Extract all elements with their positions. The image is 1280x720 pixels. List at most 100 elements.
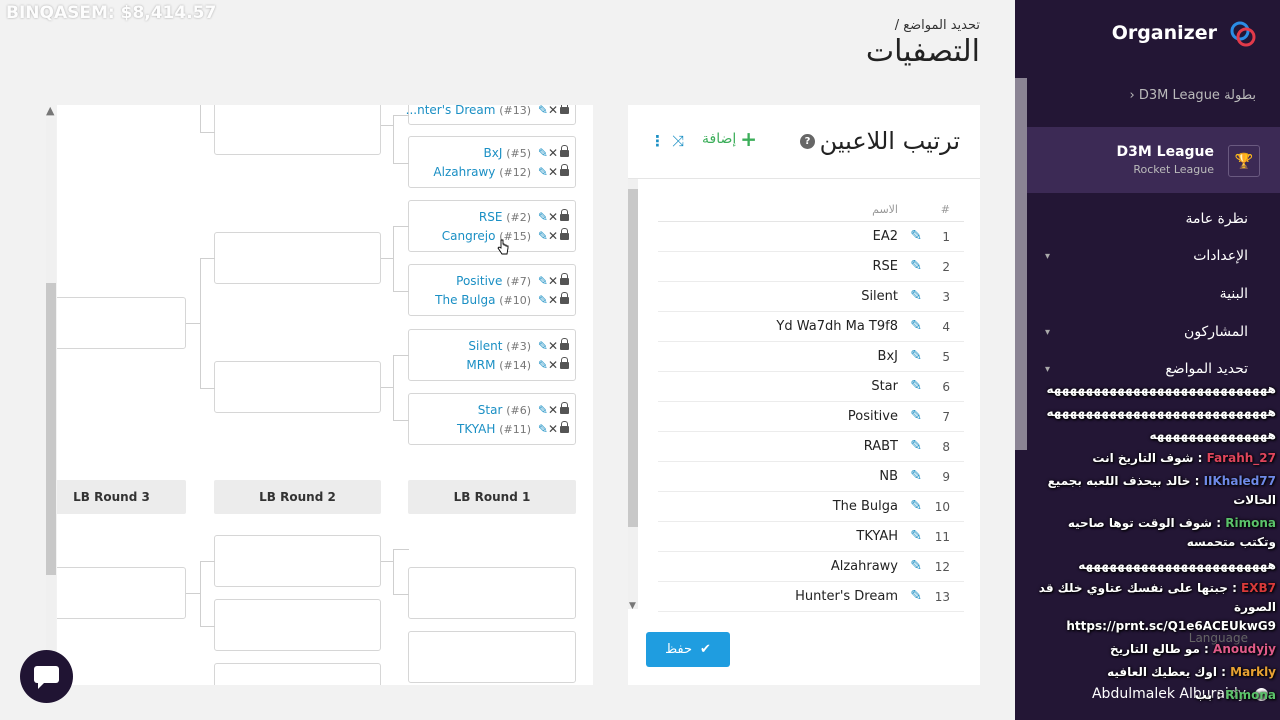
chevron-down-icon[interactable]: ▾	[1045, 364, 1050, 375]
empty-match[interactable]	[57, 297, 186, 349]
seed-number: 3	[942, 290, 950, 304]
edit-icon[interactable]: ✎	[910, 498, 922, 514]
bracket-slot[interactable]: Alzahrawy (#12) ✎✕	[433, 163, 569, 181]
bracket-match[interactable]: ...nter's Dream (#13) ✎✕	[406, 105, 576, 125]
bracket-match[interactable]: BxJ (#5) ✎✕ Alzahrawy (#12) ✎✕	[408, 136, 576, 188]
seed-number: 7	[942, 410, 950, 424]
table-row[interactable]: 8 ✎ RABT	[658, 432, 964, 462]
table-row[interactable]: 1 ✎ EA2	[658, 222, 964, 252]
nav-structure[interactable]: البنية	[1220, 286, 1248, 302]
shuffle-icon[interactable]: ⤨	[672, 132, 684, 150]
table-row[interactable]: 2 ✎ RSE	[658, 252, 964, 282]
chat-text: هههههههههههههههه	[1149, 428, 1276, 442]
nav-settings[interactable]: الإعدادات	[1193, 248, 1248, 264]
edit-icon[interactable]: ✎	[910, 318, 922, 334]
edit-icon[interactable]: ✎	[910, 438, 922, 454]
chat-message: Rimona : بب	[1194, 688, 1276, 702]
sidebar-scrollbar[interactable]	[1015, 78, 1027, 450]
empty-match[interactable]	[57, 567, 186, 619]
chat-username[interactable]: IIKhaled77	[1204, 474, 1276, 488]
edit-icon[interactable]: ✎	[910, 558, 922, 574]
bracket-slot[interactable]: BxJ (#5) ✎✕	[484, 144, 569, 162]
nav-overview[interactable]: نظرة عامة	[1185, 211, 1248, 227]
edit-icon[interactable]: ✎	[910, 588, 922, 604]
empty-match[interactable]	[408, 631, 576, 683]
table-row[interactable]: 12 ✎ Alzahrawy	[658, 552, 964, 582]
table-row[interactable]: 4 ✎ Yd Wa7dh Ma T9f8	[658, 312, 964, 342]
chevron-down-icon[interactable]: ▾	[1045, 327, 1050, 338]
table-row[interactable]: 6 ✎ Star	[658, 372, 964, 402]
organizer-logo-icon	[1230, 21, 1256, 47]
empty-match[interactable]	[214, 663, 381, 685]
lock-icon	[560, 105, 569, 114]
chevron-down-icon[interactable]: ▾	[1045, 251, 1050, 262]
table-row[interactable]: 13 ✎ Hunter's Dream	[658, 582, 964, 612]
chat-username[interactable]: Anoudyjy	[1213, 642, 1276, 656]
logo[interactable]: Organizer	[1112, 22, 1217, 44]
table-row[interactable]: 10 ✎ The Bulga	[658, 492, 964, 522]
add-participant-button[interactable]: + إضافة	[702, 129, 757, 149]
bracket-slot[interactable]: MRM (#14) ✎✕	[466, 356, 569, 374]
scroll-down-arrow[interactable]: ▼	[629, 601, 636, 611]
bracket-match[interactable]: RSE (#2) ✎✕ Cangrejo (#15) ✎✕	[408, 200, 576, 252]
scroll-up-arrow[interactable]: ▲	[46, 104, 54, 117]
table-row[interactable]: 9 ✎ NB	[658, 462, 964, 492]
edit-icon[interactable]: ✎	[910, 528, 922, 544]
edit-icon[interactable]: ✎	[910, 288, 922, 304]
edit-icon[interactable]: ✎	[910, 408, 922, 424]
empty-match[interactable]	[214, 599, 381, 651]
remove-icon: ✕	[547, 210, 558, 224]
chat-username[interactable]: Rimona	[1225, 688, 1276, 702]
edit-icon[interactable]: ✎	[910, 378, 922, 394]
edit-icon[interactable]: ✎	[910, 348, 922, 364]
bracket-slot[interactable]: Silent (#3) ✎✕	[468, 337, 569, 355]
bracket-scroll-thumb[interactable]	[46, 283, 56, 575]
bracket-slot[interactable]: Star (#6) ✎✕	[478, 401, 569, 419]
chat-username[interactable]: EXB7	[1241, 581, 1276, 595]
table-row[interactable]: 3 ✎ Silent	[658, 282, 964, 312]
chat-username[interactable]: Farahh_27	[1207, 451, 1276, 465]
edit-icon: ✎	[537, 358, 548, 372]
more-options-icon[interactable]: ⋮	[650, 132, 665, 150]
seeding-scroll-thumb[interactable]	[628, 189, 638, 527]
bracket-slot[interactable]: Positive (#7) ✎✕	[456, 272, 569, 290]
nav-placement[interactable]: تحديد المواضع	[1165, 361, 1248, 377]
lock-icon	[560, 421, 569, 433]
bracket-slot[interactable]: The Bulga (#10) ✎✕	[435, 291, 569, 309]
edit-icon[interactable]: ✎	[910, 228, 922, 244]
edit-icon: ✎	[537, 403, 548, 417]
empty-match[interactable]	[214, 105, 381, 155]
bracket-slot[interactable]: RSE (#2) ✎✕	[479, 208, 569, 226]
edit-icon[interactable]: ✎	[910, 468, 922, 484]
bracket-match[interactable]: Star (#6) ✎✕ TKYAH (#11) ✎✕	[408, 393, 576, 445]
seed-number: 9	[942, 470, 950, 484]
empty-match[interactable]	[214, 361, 381, 413]
bracket-slot[interactable]: TKYAH (#11) ✎✕	[457, 420, 569, 438]
table-row[interactable]: 11 ✎ TKYAH	[658, 522, 964, 552]
bracket-match[interactable]: Silent (#3) ✎✕ MRM (#14) ✎✕	[408, 329, 576, 381]
chat-message: EXB7 : جبتها على نفسك عتاوي خلك قد الصور…	[1038, 581, 1276, 633]
empty-match[interactable]	[408, 567, 576, 619]
tournament-card[interactable]: D3M League Rocket League 🏆	[1027, 127, 1280, 193]
empty-match[interactable]	[214, 535, 381, 587]
table-row[interactable]: 7 ✎ Positive	[658, 402, 964, 432]
bracket-slot[interactable]: ...nter's Dream (#13) ✎✕	[406, 105, 569, 119]
empty-match[interactable]	[214, 232, 381, 284]
bracket-panel: ...nter's Dream (#13) ✎✕ BxJ (#5) ✎✕ Alz…	[57, 105, 593, 685]
chat-username[interactable]: Rimona	[1225, 516, 1276, 530]
help-icon[interactable]: ?	[800, 134, 815, 149]
chat-bubble-button[interactable]	[20, 650, 73, 703]
table-row[interactable]: 5 ✎ BxJ	[658, 342, 964, 372]
chat-username[interactable]: Markly	[1230, 665, 1276, 679]
bracket-match[interactable]: Positive (#7) ✎✕ The Bulga (#10) ✎✕	[408, 264, 576, 316]
nav-participants[interactable]: المشاركون	[1184, 324, 1248, 340]
back-link[interactable]: بطولة D3M League ‹	[1129, 88, 1256, 103]
remove-icon: ✕	[547, 274, 558, 288]
breadcrumb[interactable]: تحديد المواضع /	[895, 18, 980, 33]
participant-name: Hunter's Dream	[795, 589, 898, 604]
chat-text: ههههههههههههههههههههههههههههه	[1046, 382, 1277, 396]
save-button[interactable]: حفظ ✔	[646, 632, 730, 667]
participant-name: Positive	[847, 409, 898, 424]
edit-icon[interactable]: ✎	[910, 258, 922, 274]
seed-number: 1	[942, 230, 950, 244]
